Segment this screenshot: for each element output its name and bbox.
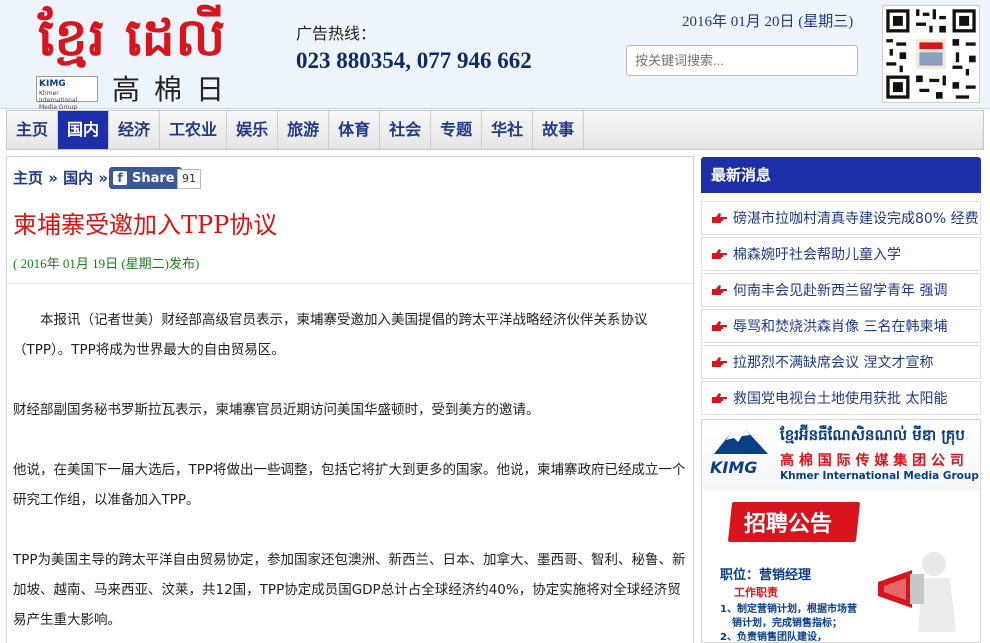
- ad-position: 职位：营销经理: [720, 568, 812, 583]
- site-logo[interactable]: ខ្មែរ ដេលី KIMG Khmer International Medi…: [30, 6, 260, 146]
- facebook-icon: f: [113, 171, 127, 185]
- breadcrumb-section-link[interactable]: 国内: [63, 169, 93, 187]
- ad-hotline: 广告热线： 023 880354, 077 946 662: [296, 20, 532, 74]
- hotline-numbers: 023 880354, 077 946 662: [296, 48, 532, 73]
- article-paragraph: 财经部副国务秘书罗斯拉瓦表示，柬埔寨官员近期访问美国华盛顿时，受到美方的邀请。: [13, 402, 540, 418]
- recruitment-ad[interactable]: KIMG ខ្មែរអ៊ីនធឺណែសិនណល់ មីឌា គ្រុប 高 棉 …: [701, 419, 981, 643]
- hotline-label: 广告热线：: [296, 24, 377, 43]
- news-item[interactable]: 磅湛市拉咖村清真寺建设完成80% 经费: [701, 201, 981, 235]
- nav-sports[interactable]: 体育: [329, 111, 381, 149]
- hand-pointer-icon: [712, 393, 727, 403]
- qr-code-icon: [882, 5, 980, 103]
- nav-entertainment[interactable]: 娱乐: [227, 111, 279, 149]
- breadcrumb-home-link[interactable]: 主页: [13, 169, 43, 187]
- news-item[interactable]: 何南丰会见赴新西兰留学青年 强调: [701, 273, 981, 307]
- logo-badge: KIMG Khmer International Media Group: [36, 76, 98, 111]
- ad-duty-title: 工作职责: [734, 586, 778, 599]
- nav-chinese-community[interactable]: 华社: [482, 111, 534, 149]
- share-count: 91: [177, 169, 201, 189]
- logo-khmer-text: ខ្មែរ ដេលី: [38, 7, 227, 68]
- share-label: Share: [132, 170, 175, 186]
- news-item-title: 拉那烈不满缺席会议 涅文才宣称: [733, 355, 934, 371]
- nav-home[interactable]: 主页: [7, 111, 59, 149]
- article-panel: 主页 » 国内 » f Share 91 柬埔寨受邀加入TPP协议 ( 2016…: [6, 156, 694, 643]
- site-header: ខ្មែរ ដេលី KIMG Khmer International Medi…: [0, 0, 990, 146]
- news-item-title: 辱骂和焚烧洪森肖像 三名在韩柬埔: [733, 319, 948, 335]
- article-paragraph: 他说，在美国下一届大选后，TPP将做出一些调整，包括它将扩大到更多的国家。他说，…: [13, 462, 686, 508]
- nav-tourism[interactable]: 旅游: [278, 111, 330, 149]
- logo-badge-subtitle: Khmer International Media Group: [39, 90, 78, 111]
- main-nav: 主页 国内 经济 工农业 娱乐 旅游 体育 社会 专题 华社 故事: [6, 110, 984, 150]
- news-item[interactable]: 拉那烈不满缺席会议 涅文才宣称: [701, 345, 981, 379]
- ad-english-name: Khmer International Media Group: [780, 470, 979, 482]
- mountain-logo-icon: [714, 430, 768, 454]
- ad-duty-line: 2、负责销售团队建设，: [720, 632, 827, 643]
- ad-banner-text: 招聘公告: [744, 512, 833, 537]
- search-input[interactable]: [626, 45, 858, 76]
- nav-economy[interactable]: 经济: [109, 111, 161, 149]
- news-item-title: 何南丰会见赴新西兰留学青年 强调: [733, 283, 948, 299]
- breadcrumb-separator-end: »: [93, 169, 109, 187]
- nav-special-topics[interactable]: 专题: [431, 111, 483, 149]
- ad-duty-line: 1、制定营销计划，根据市场营: [720, 604, 857, 615]
- hand-pointer-icon: [712, 321, 727, 331]
- divider: [7, 283, 693, 284]
- hand-pointer-icon: [712, 285, 727, 295]
- breadcrumb-separator: »: [43, 169, 64, 187]
- logo-badge-title: KIMG: [39, 79, 66, 89]
- news-item-title: 救国党电视台土地使用获批 太阳能: [733, 391, 948, 407]
- news-item-title: 棉森婉吁社会帮助儿童入学: [733, 247, 901, 263]
- article-published-date: ( 2016年 01月 19日 (星期二)发布): [13, 256, 200, 271]
- hand-pointer-icon: [712, 249, 727, 259]
- ad-khmer-name: ខ្មែរអ៊ីនធឺណែសិនណល់ មីឌា គ្រុប: [780, 426, 965, 444]
- hand-pointer-icon: [712, 213, 727, 223]
- megaphone-icon: [878, 552, 956, 632]
- article-paragraph: TPP为美国主导的跨太平洋自由贸易协定，参加国家还包澳洲、新西兰、日本、加拿大、…: [13, 552, 686, 628]
- latest-news-list: 磅湛市拉咖村清真寺建设完成80% 经费 棉森婉吁社会帮助儿童入学 何南丰会见赴新…: [701, 201, 981, 417]
- ad-kimg-text: KIMG: [710, 458, 758, 477]
- article-title: 柬埔寨受邀加入TPP协议: [13, 211, 278, 239]
- latest-news-heading: 最新消息: [701, 157, 981, 193]
- breadcrumb: 主页 » 国内 »: [13, 167, 108, 188]
- article-paragraph: 本报讯（记者世美）财经部高级官员表示，柬埔寨受邀加入美国提倡的跨太平洋战略经济伙…: [13, 312, 648, 358]
- nav-industry-agriculture[interactable]: 工农业: [160, 111, 228, 149]
- hand-pointer-icon: [712, 357, 727, 367]
- ad-chinese-name: 高 棉 国 际 传 媒 集 团 公 司: [780, 453, 964, 469]
- current-date: 2016年 01月 20日 (星期三): [682, 14, 854, 30]
- page: ខ្មែរ ដេលី KIMG Khmer International Medi…: [0, 0, 990, 643]
- news-item[interactable]: 辱骂和焚烧洪森肖像 三名在韩柬埔: [701, 309, 981, 343]
- ad-company-header: KIMG ខ្មែរអ៊ីនធឺណែសិនណល់ មីឌា គ្រុប 高 棉 …: [702, 420, 980, 490]
- news-item[interactable]: 救国党电视台土地使用获批 太阳能: [701, 381, 981, 415]
- ad-duty-line: 销计划，完成销售指标；: [732, 618, 842, 629]
- nav-domestic[interactable]: 国内: [58, 111, 110, 149]
- nav-society[interactable]: 社会: [380, 111, 432, 149]
- news-item-title: 磅湛市拉咖村清真寺建设完成80% 经费: [733, 211, 979, 227]
- news-item[interactable]: 棉森婉吁社会帮助儿童入学: [701, 237, 981, 271]
- nav-stories[interactable]: 故事: [533, 111, 585, 149]
- facebook-share-button[interactable]: f Share: [109, 167, 182, 189]
- sidebar: 最新消息 磅湛市拉咖村清真寺建设完成80% 经费 棉森婉吁社会帮助儿童入学 何南…: [701, 157, 981, 643]
